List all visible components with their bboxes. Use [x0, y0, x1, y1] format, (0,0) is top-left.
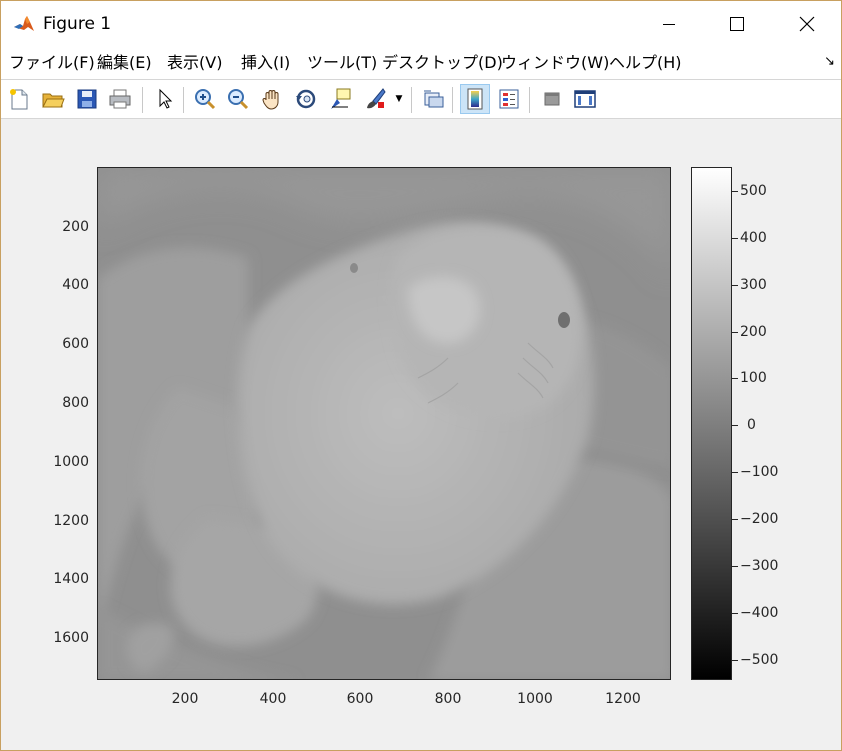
toolbar-separator: [411, 87, 412, 113]
edit-plot-arrow-icon: [159, 88, 173, 109]
colorbar-tick: [732, 285, 738, 286]
insert-legend-icon: [499, 89, 519, 109]
open-folder-icon: [42, 93, 65, 108]
matlab-logo-icon: [13, 13, 35, 35]
colorbar-tick-label: 300: [740, 277, 767, 293]
hide-plot-tools-button[interactable]: [537, 84, 567, 114]
insert-colorbar-icon: [467, 88, 483, 110]
colorbar-tick: [732, 660, 738, 661]
colorbar-tick-label: −500: [740, 652, 779, 668]
figure-window: Figure 1 ファイル(F) 編集(E) 表示(V) 挿入(I) ツール(T…: [0, 0, 842, 751]
x-tick-label: 1200: [605, 691, 641, 707]
figure-canvas: 200 400 600 800 1000 1200 1400 1600 200 …: [1, 120, 841, 750]
toolbar-separator: [452, 87, 453, 113]
colorbar-tick-label: 200: [740, 324, 767, 340]
brush-icon: [367, 88, 386, 109]
window-title: Figure 1: [43, 14, 112, 34]
data-cursor-icon: [331, 88, 351, 109]
link-plot-icon: [424, 90, 444, 108]
colorbar-tick: [732, 472, 738, 473]
insert-colorbar-button[interactable]: [460, 84, 490, 114]
zoom-out-button[interactable]: [223, 84, 253, 114]
save-button[interactable]: [72, 84, 102, 114]
budgerigar-photo: [98, 168, 670, 679]
colorbar-tick: [732, 332, 738, 333]
data-cursor-button[interactable]: [325, 84, 355, 114]
toolbar-separator: [142, 87, 143, 113]
menu-edit[interactable]: 編集(E): [97, 53, 152, 73]
colorbar-tick-label: −400: [740, 605, 779, 621]
colorbar-tick: [732, 191, 738, 192]
colorbar-tick-label: 400: [740, 230, 767, 246]
y-tick-label: 1600: [53, 630, 89, 646]
colorbar[interactable]: [691, 167, 732, 680]
colorbar-tick-label: −100: [740, 464, 779, 480]
zoom-out-icon: [228, 89, 249, 110]
x-tick-label: 600: [346, 691, 374, 707]
y-tick-label: 1400: [53, 571, 89, 587]
zoom-in-button[interactable]: [190, 84, 220, 114]
show-plot-tools-button[interactable]: [570, 84, 600, 114]
new-figure-button[interactable]: [4, 84, 34, 114]
show-plot-tools-icon: [574, 90, 596, 108]
toolbar-separator: [183, 87, 184, 113]
print-button[interactable]: [105, 84, 135, 114]
y-tick-label: 200: [62, 219, 89, 235]
colorbar-tick-label: 100: [740, 370, 767, 386]
colorbar-tick: [732, 613, 738, 614]
menu-tools[interactable]: ツール(T): [307, 53, 377, 73]
colorbar-tick: [732, 519, 738, 520]
rotate-3d-icon: [296, 89, 316, 109]
close-button[interactable]: [784, 1, 830, 47]
minimize-icon: [663, 24, 675, 25]
zoom-in-icon: [195, 89, 216, 110]
maximize-icon: [730, 17, 744, 31]
x-tick-label: 1000: [517, 691, 553, 707]
save-icon: [77, 89, 97, 109]
title-bar[interactable]: Figure 1: [1, 1, 841, 47]
image-axes[interactable]: [97, 167, 671, 680]
maximize-button[interactable]: [714, 1, 760, 47]
menu-view[interactable]: 表示(V): [167, 53, 222, 73]
edit-plot-button[interactable]: [149, 84, 179, 114]
pan-hand-icon: [262, 90, 279, 110]
colorbar-tick-label: −300: [740, 558, 779, 574]
menu-desktop[interactable]: デスクトップ(D): [382, 53, 503, 73]
colorbar-tick: [732, 378, 738, 379]
y-tick-label: 800: [62, 395, 89, 411]
menu-insert[interactable]: 挿入(I): [241, 53, 290, 73]
pan-button[interactable]: [257, 84, 287, 114]
hide-plot-tools-icon: [544, 92, 560, 106]
brush-button[interactable]: [360, 84, 390, 114]
colorbar-tick: [732, 425, 738, 426]
rotate-3d-button[interactable]: [291, 84, 321, 114]
colorbar-tick: [732, 566, 738, 567]
figure-toolbar: ▼: [1, 79, 841, 119]
y-tick-label: 600: [62, 336, 89, 352]
menu-bar: ファイル(F) 編集(E) 表示(V) 挿入(I) ツール(T) デスクトップ(…: [1, 47, 841, 79]
y-tick-label: 1000: [53, 454, 89, 470]
print-icon: [109, 89, 131, 109]
toolbar-separator: [529, 87, 530, 113]
x-tick-label: 400: [259, 691, 287, 707]
close-icon: [799, 16, 815, 32]
menu-help[interactable]: ヘルプ(H): [609, 53, 682, 73]
colorbar-tick-label: −200: [740, 511, 779, 527]
brush-dropdown-icon[interactable]: ▼: [393, 84, 405, 114]
x-tick-label: 800: [434, 691, 462, 707]
new-figure-icon: [10, 89, 28, 110]
colorbar-tick: [732, 238, 738, 239]
colorbar-tick-label: 0: [747, 417, 756, 433]
dock-arrow-icon[interactable]: ↘: [824, 54, 835, 69]
insert-legend-button[interactable]: [494, 84, 524, 114]
colorbar-tick-label: 500: [740, 183, 767, 199]
menu-window[interactable]: ウィンドウ(W): [501, 53, 609, 73]
link-plot-button[interactable]: [418, 84, 448, 114]
x-tick-label: 200: [171, 691, 199, 707]
minimize-button[interactable]: [646, 1, 692, 47]
y-tick-label: 1200: [53, 513, 89, 529]
y-tick-label: 400: [62, 277, 89, 293]
open-file-button[interactable]: [38, 84, 68, 114]
menu-file[interactable]: ファイル(F): [9, 53, 95, 73]
